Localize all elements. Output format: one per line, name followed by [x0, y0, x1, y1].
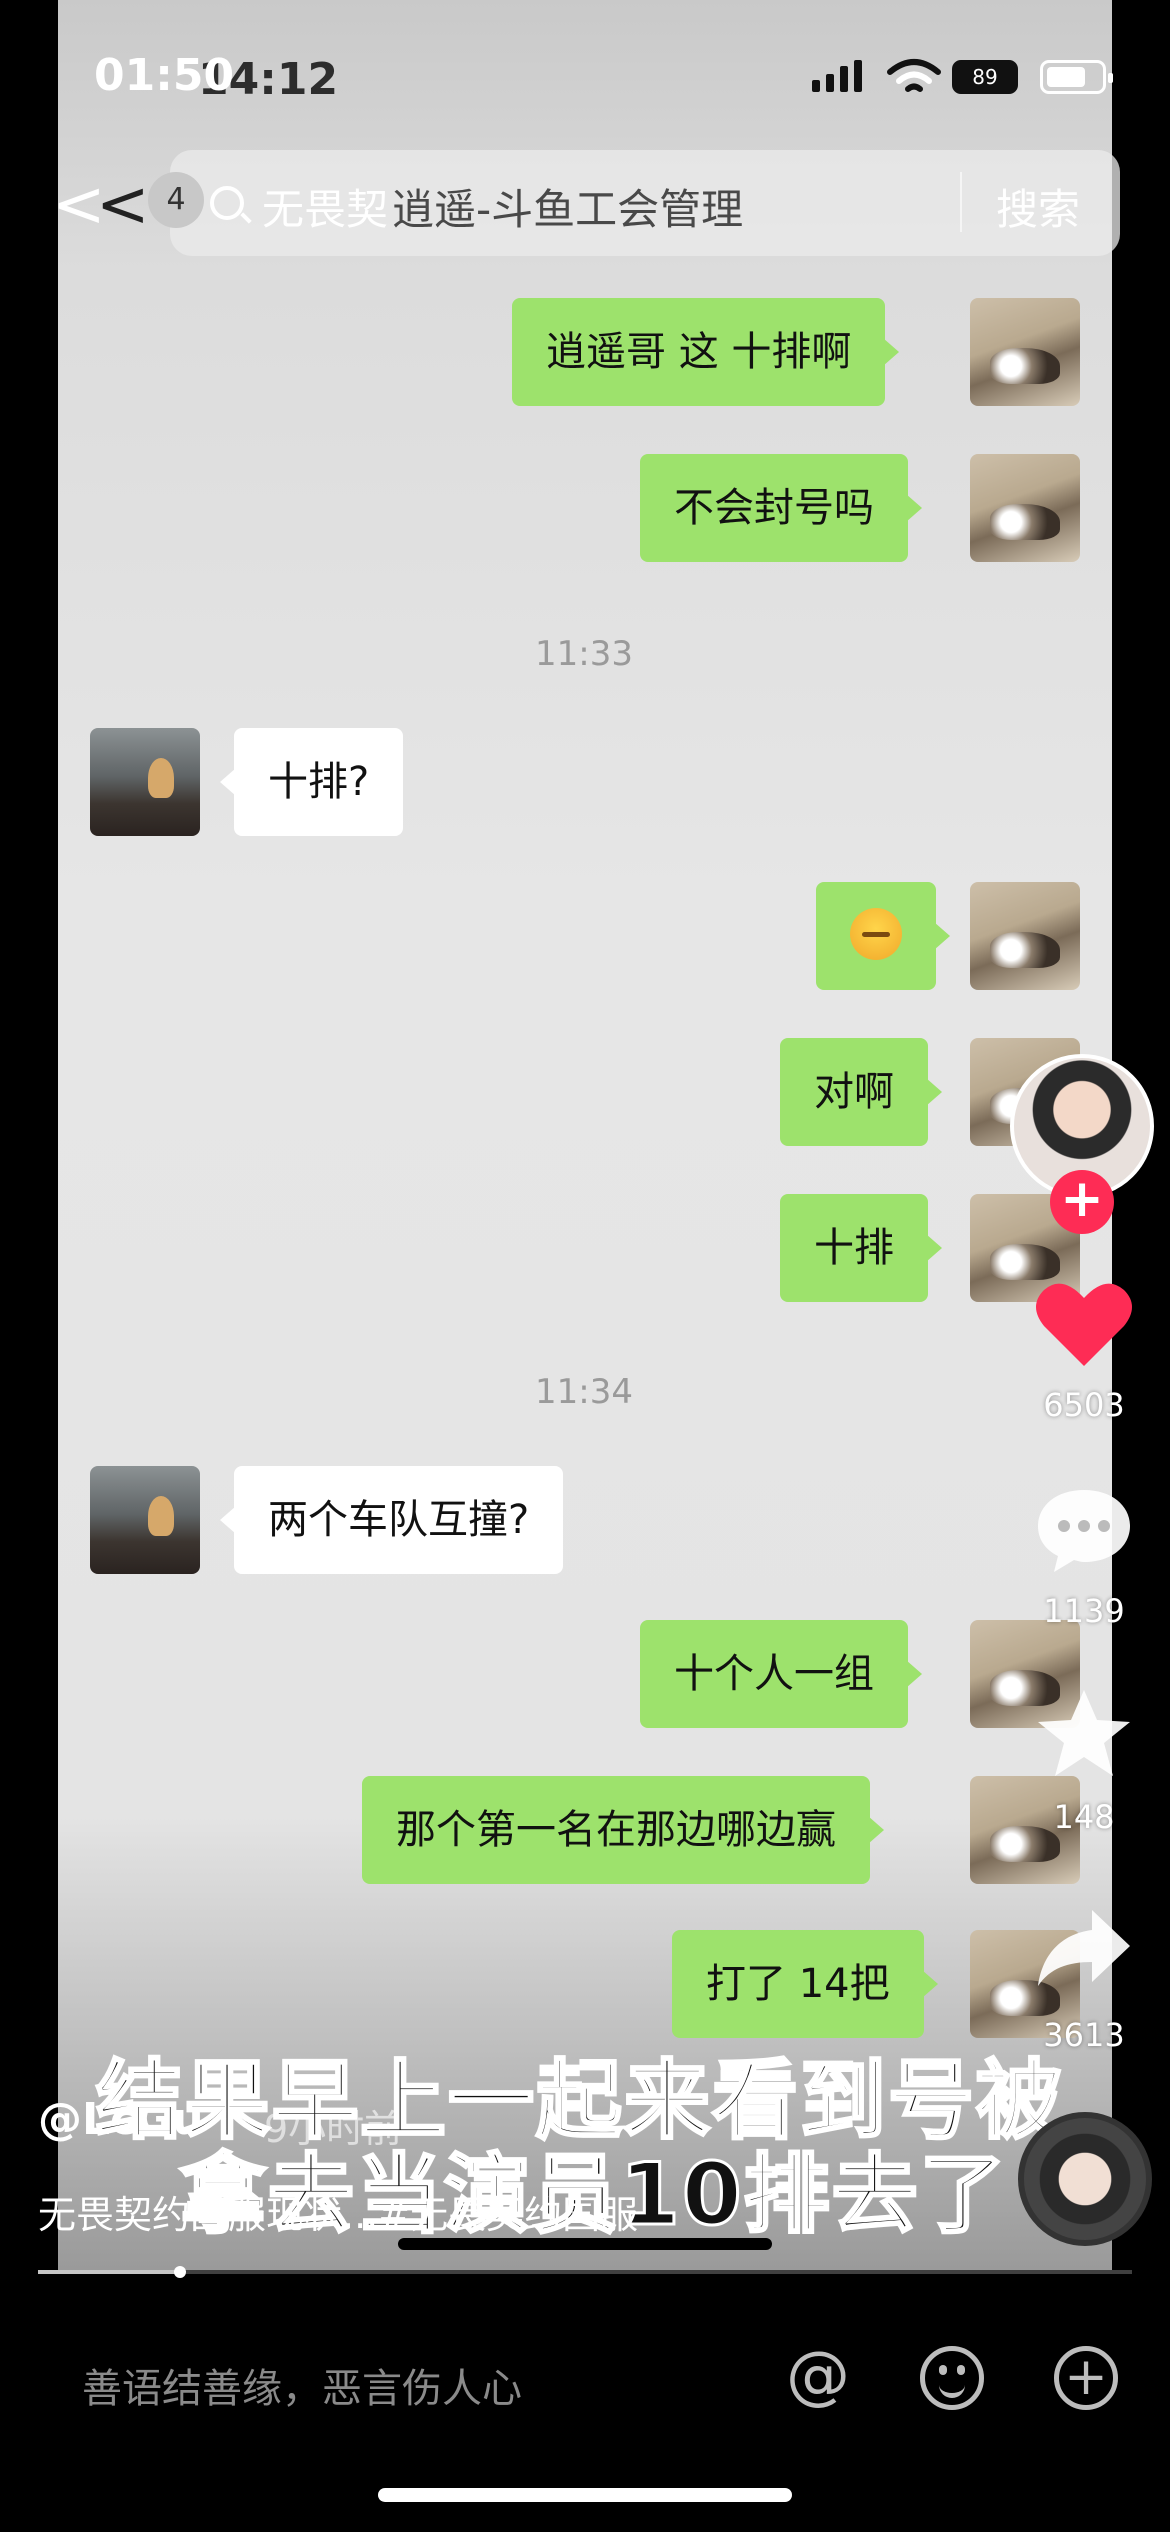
share-arrow-icon[interactable]: [1034, 1906, 1134, 1990]
video-progress-thumb[interactable]: [174, 2266, 187, 2278]
video-battery-icon: 89: [952, 60, 1018, 94]
contact-avatar: [90, 728, 200, 836]
search-query-prefix: 无畏契: [262, 185, 389, 234]
emoji-icon[interactable]: [920, 2346, 984, 2410]
message-bubble: 不会封号吗: [640, 454, 922, 562]
comment-bar: 善语结善缘，恶言伤人心 @ +: [0, 2300, 1170, 2532]
like-count: 6503: [1043, 1386, 1125, 1424]
mention-at-icon[interactable]: @: [786, 2344, 850, 2408]
chat-timestamp: 11:33: [535, 634, 633, 674]
search-button[interactable]: 搜索: [996, 176, 1080, 237]
search-query: 逍遥-斗鱼工会管理: [392, 185, 744, 234]
home-indicator: [378, 2488, 792, 2502]
battery-icon: [1040, 60, 1113, 94]
comment-input[interactable]: 善语结善缘，恶言伤人心: [82, 2356, 522, 2414]
video-progress-fill: [38, 2270, 181, 2274]
heart-icon[interactable]: [1034, 1278, 1134, 1370]
message-bubble: 逍遥哥 这 十排啊: [512, 298, 900, 406]
message-bubble: 打了 14把: [672, 1930, 938, 2038]
video-battery-level: 89: [972, 65, 998, 89]
video-progress-bar[interactable]: [38, 2266, 1132, 2278]
favorite-count: 148: [1053, 1798, 1115, 1836]
message-bubble: 对啊: [780, 1038, 942, 1146]
comment-count: 1139: [1043, 1592, 1125, 1630]
my-avatar: [970, 298, 1080, 406]
message-bubble: 十个人一组: [640, 1620, 922, 1728]
contact-avatar: [90, 1466, 200, 1574]
chat-timestamp: 11:34: [535, 1372, 633, 1412]
search-divider: [960, 172, 962, 232]
search-box[interactable]: 无畏契 逍遥-斗鱼工会管理 搜索: [170, 150, 1120, 256]
my-avatar: [970, 882, 1080, 990]
unread-badge: 4: [148, 172, 204, 228]
add-icon[interactable]: +: [1054, 2346, 1118, 2410]
search-icon: [210, 186, 244, 220]
message-bubble: 十排: [780, 1194, 942, 1302]
signal-icon: [812, 60, 862, 92]
wifi-icon: [887, 59, 941, 92]
video-frame[interactable]: 逍遥哥 这 十排啊 不会封号吗 11:33 十排? 对啊 十排 11:34 两个…: [58, 0, 1112, 2270]
message-bubble: 那个第一名在那边哪边赢: [362, 1776, 884, 1884]
sleepy-face-emoji-icon: [850, 908, 902, 960]
video-back-icon: <: [96, 168, 150, 242]
top-bar: 无畏契 逍遥-斗鱼工会管理 搜索 < < 4: [0, 150, 1170, 260]
post-caption[interactable]: 无畏契约国服现状...#无畏契约国服: [38, 2184, 638, 2239]
favorite-star-icon[interactable]: [1034, 1686, 1134, 1778]
my-avatar: [970, 454, 1080, 562]
message-bubble: 两个车队互撞?: [219, 1466, 564, 1574]
follow-button[interactable]: +: [1050, 1170, 1114, 1234]
status-bar: 14:12 01:50 89: [0, 0, 1170, 150]
comment-icon[interactable]: [1034, 1484, 1134, 1576]
message-bubble: [816, 882, 950, 990]
message-bubble: 十排?: [219, 728, 404, 836]
status-time: 01:50: [94, 50, 235, 101]
music-disc[interactable]: [1018, 2112, 1152, 2246]
